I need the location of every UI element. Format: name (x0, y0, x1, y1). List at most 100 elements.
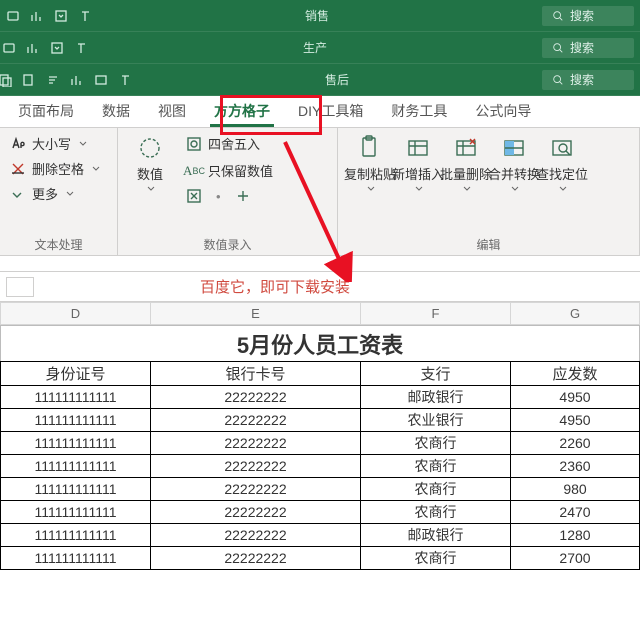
btn-misc[interactable]: • (186, 188, 273, 204)
col-header[interactable]: G (511, 303, 640, 325)
btn-numeric[interactable]: 数值 (128, 134, 172, 204)
cell[interactable]: 4950 (511, 386, 640, 409)
table-header[interactable]: 银行卡号 (151, 362, 361, 386)
qat-icons (0, 73, 132, 87)
col-header[interactable]: F (361, 303, 511, 325)
fx-note: 百度它，即可下载安装 (40, 276, 350, 297)
dropdown-icon[interactable] (50, 41, 64, 55)
search-box[interactable]: 搜索 (542, 70, 634, 90)
column-headers: DEFG (0, 302, 640, 325)
cell[interactable]: 111111111111 (1, 409, 151, 432)
ribbon-tabs: 页面布局数据视图方方格子DIY工具箱财务工具公式向导 (0, 96, 640, 128)
text-icon[interactable] (118, 73, 132, 87)
btn-more[interactable]: 更多 (10, 184, 107, 203)
search-box[interactable]: 搜索 (542, 38, 634, 58)
cell[interactable]: 农业银行 (361, 409, 511, 432)
cell[interactable]: 农商行 (361, 478, 511, 501)
shape-icon[interactable] (94, 73, 108, 87)
worksheet[interactable]: 5月份人员工资表身份证号银行卡号支行应发数1111111111112222222… (0, 325, 640, 570)
cell[interactable]: 111111111111 (1, 547, 151, 570)
chart-icon[interactable] (26, 41, 40, 55)
search-box[interactable]: 搜索 (542, 6, 634, 26)
tab-0[interactable]: 页面布局 (4, 95, 88, 127)
chevron-down-icon (92, 165, 100, 173)
btn-round[interactable]: 四舍五入 (186, 134, 273, 153)
chevron-down-icon (79, 140, 87, 148)
dropdown-icon[interactable] (54, 9, 68, 23)
cell[interactable]: 22222222 (151, 478, 361, 501)
btn-insert[interactable]: 新增插入 (396, 134, 440, 193)
table-header[interactable]: 身份证号 (1, 362, 151, 386)
cell[interactable]: 22222222 (151, 455, 361, 478)
cell[interactable]: 22222222 (151, 432, 361, 455)
cell[interactable]: 农商行 (361, 455, 511, 478)
chart-icon[interactable] (30, 9, 44, 23)
cell[interactable]: 980 (511, 478, 640, 501)
text-icon[interactable] (78, 9, 92, 23)
cell[interactable]: 22222222 (151, 547, 361, 570)
cell[interactable]: 22222222 (151, 524, 361, 547)
cell[interactable]: 2700 (511, 547, 640, 570)
cell[interactable]: 111111111111 (1, 386, 151, 409)
text-icon[interactable] (74, 41, 88, 55)
formula-bar[interactable]: 百度它，即可下载安装 (0, 272, 640, 302)
fx-icon[interactable] (6, 277, 34, 297)
spacer (0, 256, 640, 272)
window-label: 生产 (98, 39, 532, 56)
group-title: 文本处理 (10, 232, 107, 253)
shape-icon[interactable] (6, 9, 20, 23)
btn-delete[interactable]: 批量删除 (444, 134, 488, 193)
btn-find[interactable]: 查找定位 (540, 134, 584, 193)
group-text-proc: 大小写 删除空格 更多 文本处理 (0, 128, 118, 255)
shape-icon[interactable] (2, 41, 16, 55)
cell[interactable]: 2360 (511, 455, 640, 478)
cell[interactable]: 农商行 (361, 547, 511, 570)
qat-icons (2, 41, 88, 55)
cell[interactable]: 22222222 (151, 409, 361, 432)
cell[interactable]: 4950 (511, 409, 640, 432)
col-header[interactable]: E (151, 303, 361, 325)
tab-4[interactable]: DIY工具箱 (284, 95, 377, 127)
group-edit: 复制粘贴 新增插入 批量删除 合并转换 查找定位 (338, 128, 640, 255)
cell[interactable]: 111111111111 (1, 432, 151, 455)
chevron-down-icon (147, 185, 155, 193)
table-header[interactable]: 支行 (361, 362, 511, 386)
cell[interactable]: 2260 (511, 432, 640, 455)
tab-3[interactable]: 方方格子 (200, 95, 284, 127)
btn-merge[interactable]: 合并转换 (492, 134, 536, 193)
btn-copy-paste[interactable]: 复制粘贴 (348, 134, 392, 193)
cell[interactable]: 111111111111 (1, 524, 151, 547)
tab-5[interactable]: 财务工具 (377, 95, 461, 127)
sort-icon[interactable] (46, 73, 60, 87)
cell[interactable]: 111111111111 (1, 478, 151, 501)
copy-icon[interactable] (22, 73, 36, 87)
cell[interactable]: 农商行 (361, 432, 511, 455)
title-bar-3: 售后 搜索 (0, 64, 640, 96)
btn-keep-value[interactable]: ABC 只保留数值 (186, 161, 273, 180)
cell[interactable]: 邮政银行 (361, 386, 511, 409)
cell[interactable]: 邮政银行 (361, 524, 511, 547)
qat-icons (6, 9, 92, 23)
copy-icon[interactable] (0, 73, 12, 87)
tab-1[interactable]: 数据 (88, 95, 144, 127)
cell[interactable]: 111111111111 (1, 501, 151, 524)
table-header[interactable]: 应发数 (511, 362, 640, 386)
cell[interactable]: 22222222 (151, 386, 361, 409)
chevron-down-icon (66, 190, 74, 198)
chart-icon[interactable] (70, 73, 84, 87)
col-header[interactable]: D (1, 303, 151, 325)
title-bar-2: 生产 搜索 (0, 32, 640, 64)
cell[interactable]: 111111111111 (1, 455, 151, 478)
tab-2[interactable]: 视图 (144, 95, 200, 127)
tab-6[interactable]: 公式向导 (461, 95, 545, 127)
btn-trim[interactable]: 删除空格 (10, 159, 107, 178)
cell[interactable]: 2470 (511, 501, 640, 524)
ribbon-panel: 大小写 删除空格 更多 文本处理 数值 (0, 128, 640, 256)
btn-case[interactable]: 大小写 (10, 134, 107, 153)
cell[interactable]: 1280 (511, 524, 640, 547)
cell[interactable]: 22222222 (151, 501, 361, 524)
search-label: 搜索 (570, 39, 594, 56)
sheet-title[interactable]: 5月份人员工资表 (1, 326, 640, 362)
group-title: 数值录入 (128, 232, 327, 253)
cell[interactable]: 农商行 (361, 501, 511, 524)
